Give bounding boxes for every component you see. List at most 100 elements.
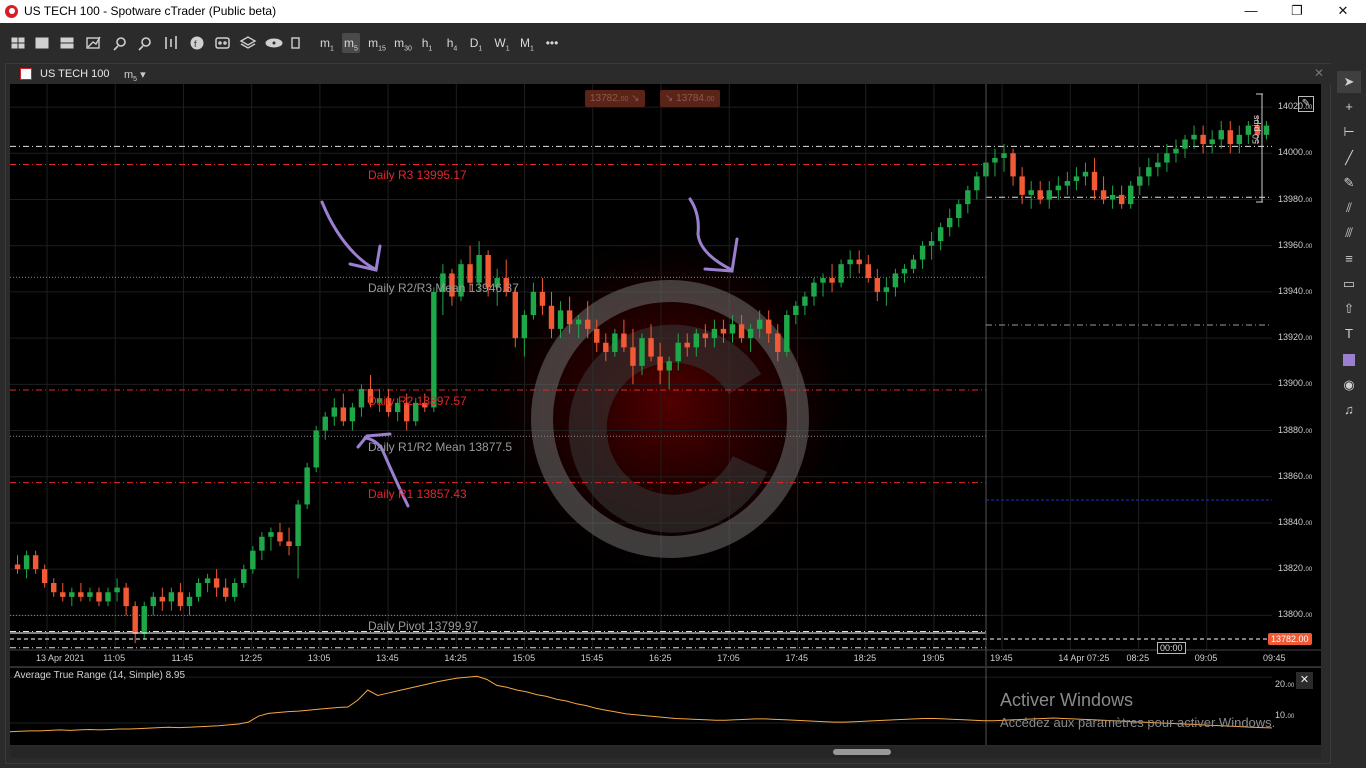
more-button[interactable]: ••• — [541, 33, 563, 53]
edit-chart-icon[interactable]: ✎ — [1298, 96, 1314, 112]
chart-timeframe[interactable]: m5 ▾ — [124, 68, 146, 83]
y-tick-label: 13800.00 — [1278, 609, 1313, 620]
tf-h4[interactable]: h4 — [444, 33, 460, 53]
crosshair-icon[interactable]: + — [1337, 96, 1361, 118]
cbots-icon[interactable] — [215, 37, 230, 49]
candle-body — [910, 259, 917, 269]
candle-body — [874, 278, 881, 292]
tf-w1[interactable]: W1 — [493, 33, 511, 53]
camera-icon[interactable]: ◉ — [1337, 374, 1361, 396]
candle-body — [820, 278, 826, 283]
candle-body — [946, 217, 953, 228]
trendline-icon[interactable]: ╱ — [1337, 147, 1361, 169]
candle-body — [612, 333, 618, 352]
close-chart-button[interactable]: ✕ — [1314, 66, 1324, 80]
candle-body — [340, 407, 347, 422]
atr-indicator-panel[interactable]: Average True Range (14, Simple) 8.95 20.… — [10, 667, 1321, 745]
x-tick-label: 08:25 — [1126, 653, 1150, 663]
tf-m15[interactable]: m15 — [367, 33, 387, 53]
candle-body — [702, 333, 709, 339]
atr-tick-20: 20.00 — [1275, 679, 1295, 689]
minimize-button[interactable]: — — [1228, 0, 1274, 23]
y-tick-label: 14000.00 — [1278, 147, 1313, 158]
crosshair-time-tag: 00:00 — [1157, 642, 1186, 654]
candle-body — [69, 592, 75, 597]
tf-d1[interactable]: D1 — [468, 33, 484, 53]
x-tick-label: 17:45 — [785, 653, 808, 663]
candle-body — [1155, 162, 1161, 168]
tf-mn1[interactable]: M1 — [518, 33, 536, 53]
y-tick-label: 13860.00 — [1278, 470, 1313, 481]
price-chart-svg[interactable] — [10, 84, 1321, 666]
color-swatch-icon[interactable] — [1337, 348, 1361, 370]
single-chart-icon[interactable] — [35, 37, 49, 49]
candle-body — [720, 328, 727, 334]
price-chart[interactable]: Daily R3 13995.17 Daily R2/R3 Mean 13946.… — [10, 84, 1321, 666]
x-tick-label: 15:05 — [512, 653, 536, 663]
tf-m5[interactable]: m5 — [342, 33, 360, 53]
tf-m1[interactable]: m1 — [318, 33, 336, 53]
candle-body — [584, 319, 591, 329]
zoom-out-icon[interactable] — [138, 37, 151, 51]
candle-body — [1182, 139, 1188, 149]
candle-body — [521, 315, 528, 339]
candle-body — [1109, 194, 1116, 200]
restore-button[interactable]: ❐ — [1274, 0, 1320, 23]
candle-body — [575, 319, 582, 325]
candle-body — [358, 388, 365, 408]
chart-type-icon[interactable] — [86, 36, 101, 49]
tf-m30[interactable]: m30 — [393, 33, 413, 53]
pips-label: 50 pips — [1251, 114, 1261, 144]
chart-symbol[interactable]: US TECH 100 — [40, 68, 110, 80]
f-indicators-icon[interactable]: f — [190, 36, 204, 50]
layouts-icon[interactable] — [11, 37, 25, 49]
scrollbar-thumb[interactable] — [833, 749, 891, 755]
layers-icon[interactable] — [239, 36, 257, 49]
horizontal-scrollbar[interactable] — [10, 746, 1321, 758]
y-tick-label: 13980.00 — [1278, 193, 1313, 204]
candle-body — [32, 555, 39, 570]
x-tick-label: 12:25 — [239, 653, 263, 663]
candle-body — [331, 407, 338, 417]
pivot-level-label: Daily R2 13897.57 — [368, 393, 467, 408]
equidistant-icon[interactable]: ≡ — [1337, 248, 1361, 270]
candle-body — [1028, 190, 1034, 195]
zoom-in-icon[interactable] — [113, 37, 126, 51]
buy-price-button[interactable]: ↘ 13784.00 — [660, 90, 720, 107]
parallel-channel-icon[interactable]: ⫻ — [1337, 222, 1361, 244]
bar-chart-icon[interactable] — [165, 36, 177, 49]
text-icon[interactable]: T — [1337, 323, 1361, 345]
candle-body — [1164, 153, 1170, 163]
close-atr-button[interactable]: ✕ — [1296, 672, 1313, 689]
x-tick-label: 16:25 — [649, 653, 672, 663]
measure-icon[interactable]: ⊢ — [1337, 121, 1361, 143]
arrow-up-icon[interactable]: ⇧ — [1337, 298, 1361, 320]
fibonacci-icon[interactable]: ⫽ — [1337, 197, 1361, 219]
eye-icon[interactable] — [265, 38, 283, 48]
x-tick-label: 09:05 — [1194, 653, 1218, 663]
sell-price-button[interactable]: 13782.00 ↘ — [585, 90, 645, 107]
candle-body — [793, 305, 799, 316]
candle-body — [539, 291, 546, 306]
candle-body — [811, 282, 817, 297]
tf-h1[interactable]: h1 — [419, 33, 435, 53]
candle-body — [132, 606, 138, 634]
candle-body — [313, 430, 319, 468]
current-price-line — [10, 632, 1272, 640]
cursor-icon[interactable]: ➤ — [1337, 71, 1361, 93]
y-tick-label: 13940.00 — [1278, 285, 1313, 296]
multi-chart-icon[interactable] — [60, 37, 74, 49]
settings-icon[interactable] — [291, 37, 300, 49]
candle-body — [1263, 125, 1270, 135]
candle-body — [241, 569, 247, 584]
x-tick-label: 14 Apr 07:25 — [1058, 653, 1110, 663]
candle-body — [566, 310, 573, 325]
candle-body — [105, 592, 111, 602]
close-window-button[interactable]: ✕ — [1320, 0, 1366, 23]
candle-body — [1037, 190, 1043, 200]
pencil-icon[interactable]: ✎ — [1337, 172, 1361, 194]
candle-body — [802, 296, 808, 306]
candle-body — [892, 273, 899, 288]
rectangle-icon[interactable]: ▭ — [1337, 273, 1361, 295]
alert-bell-icon[interactable]: ♫ — [1337, 399, 1361, 421]
